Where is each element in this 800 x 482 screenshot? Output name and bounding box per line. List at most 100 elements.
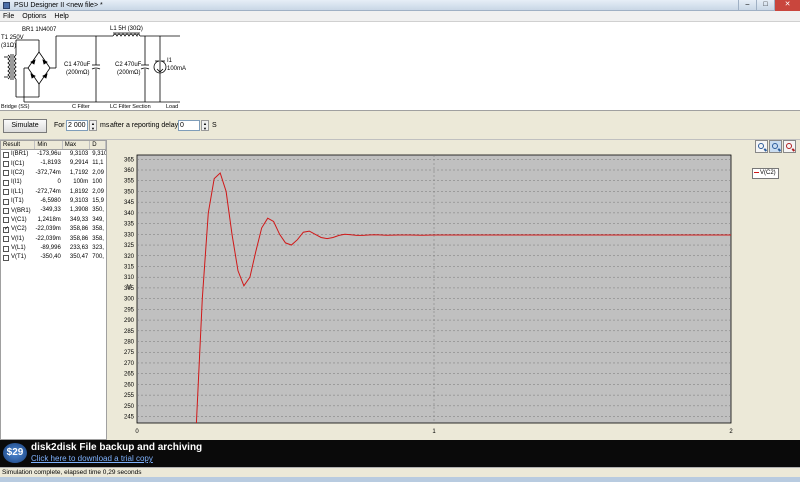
result-checkbox[interactable]	[3, 245, 9, 252]
result-min: -89,996	[40, 244, 61, 251]
c1-label-2: (200mΩ)	[66, 70, 90, 76]
results-row[interactable]: I(L1) -272,74m 1,8192 2,09	[1, 188, 106, 197]
title-bar: PSU Designer II <new file> * – □ ✕	[0, 0, 800, 11]
result-name: V(L1)	[11, 245, 26, 252]
result-delta: 100	[92, 179, 103, 186]
result-min: -350,40	[40, 254, 61, 261]
result-max: 1,8192	[69, 188, 89, 195]
result-checkbox[interactable]	[3, 225, 9, 234]
result-min: -372,74m	[35, 169, 61, 176]
close-button[interactable]: ✕	[774, 0, 800, 11]
section-bridge-label: Bridge (SS)	[1, 104, 30, 110]
menu-file[interactable]: File	[3, 11, 14, 21]
result-checkbox[interactable]	[3, 170, 9, 177]
maximize-button[interactable]: □	[756, 0, 774, 11]
result-min: -22,039m	[35, 226, 61, 233]
price-badge: $29	[3, 443, 27, 463]
result-max: 1,7192	[69, 169, 89, 176]
results-row[interactable]: I(BR1) -173,96u 9,3103 9,310	[1, 150, 106, 159]
result-checkbox[interactable]	[3, 217, 9, 224]
capacitor-c2-symbol[interactable]	[140, 36, 150, 102]
section-load-label: Load	[166, 104, 178, 110]
y-tick-label: 245	[124, 415, 135, 421]
circuit-schematic[interactable]: T1 250V (31Ω) BR1 1N4007 C1 470uF (200mΩ…	[0, 22, 800, 111]
inductor-l1-symbol[interactable]	[112, 32, 141, 38]
results-row[interactable]: V(C1) 1,2418m 349,33 349,	[1, 216, 106, 225]
y-tick-label: 270	[124, 361, 135, 367]
results-row[interactable]: V(C2) -22,039m 358,86358,	[1, 225, 106, 234]
result-min: 1,2418m	[37, 216, 61, 223]
y-tick-label: 365	[124, 157, 135, 163]
delay-label: after a reporting delay of	[110, 122, 186, 129]
result-delta: 15,9	[92, 197, 104, 204]
result-max: 358,86	[69, 235, 89, 242]
result-delta: 2,09	[92, 169, 104, 176]
c1-label-1: C1 470uF	[64, 62, 91, 68]
result-max: 349,33	[69, 216, 89, 223]
result-checkbox[interactable]	[3, 161, 9, 168]
c2-label-2: (200mΩ)	[117, 70, 141, 76]
y-tick-label: 335	[124, 222, 135, 228]
y-tick-label: 345	[124, 200, 135, 206]
result-name: I(I1)	[11, 179, 22, 186]
duration-spinner[interactable]: ▲ ▼	[89, 120, 97, 131]
result-checkbox[interactable]	[3, 179, 9, 186]
result-checkbox[interactable]	[3, 208, 9, 215]
results-row[interactable]: I(C2) -372,74m 1,7192 2,09	[1, 169, 106, 178]
result-name: V(T1)	[11, 254, 26, 261]
result-name: V(C1)	[11, 216, 27, 223]
results-row[interactable]: V(T1) -350,40 350,47 700,	[1, 253, 106, 262]
result-checkbox[interactable]	[3, 151, 9, 158]
result-max: 358,86	[69, 226, 89, 233]
spin-down-icon[interactable]: ▼	[202, 126, 208, 131]
y-tick-label: 265	[124, 372, 135, 378]
results-row[interactable]: I(I1) 0 100m 100	[1, 178, 106, 187]
bridge-rectifier-symbol[interactable]	[16, 36, 57, 102]
result-checkbox[interactable]	[3, 198, 9, 205]
result-checkbox[interactable]	[3, 236, 9, 243]
menu-help[interactable]: Help	[54, 11, 68, 21]
column-header-min[interactable]: Min	[35, 141, 63, 149]
banner-link[interactable]: Click here to download a trial copy	[31, 454, 153, 464]
y-tick-label: 330	[124, 232, 135, 238]
menu-options[interactable]: Options	[22, 11, 46, 21]
banner-title: disk2disk File backup and archiving	[31, 442, 203, 453]
results-row[interactable]: V(I1) -22,039m 358,86 358,	[1, 235, 106, 244]
results-list[interactable]: Result Min Max D I(BR1) -173,96u 9,3103 9,3…	[0, 140, 107, 440]
results-row[interactable]: I(T1) -6,5980 9,3103 15,9	[1, 197, 106, 206]
y-axis-label: V	[127, 284, 132, 291]
duration-unit: ms	[100, 122, 110, 129]
delay-input[interactable]: 0	[178, 120, 200, 131]
simulate-button[interactable]: Simulate	[3, 119, 47, 133]
advert-banner[interactable]: $29 disk2disk File backup and archiving …	[0, 440, 800, 467]
results-row[interactable]: V(L1) -89,996 233,63 323,	[1, 244, 106, 253]
column-header-result[interactable]: Result	[1, 141, 36, 149]
capacitor-c1-symbol[interactable]	[91, 36, 101, 102]
result-min: -173,96u	[37, 151, 61, 157]
result-name: I(C2)	[11, 169, 25, 176]
y-tick-label: 320	[124, 254, 135, 260]
column-header-max[interactable]: Max	[63, 141, 91, 149]
current-source-load-symbol[interactable]	[153, 36, 167, 102]
result-checkbox[interactable]	[3, 254, 9, 261]
result-name: I(BR1)	[11, 151, 29, 158]
y-tick-label: 275	[124, 350, 135, 356]
voltage-chart[interactable]: 2452502552602652702752802852902953003053…	[107, 140, 800, 440]
spin-down-icon[interactable]: ▼	[90, 126, 96, 131]
result-min: -349,33	[40, 207, 61, 214]
result-name: I(C1)	[11, 160, 25, 167]
result-min: -6,5980	[40, 197, 61, 204]
results-row[interactable]: I(C1) -1,8193 9,2914 11,1	[1, 159, 106, 168]
results-row[interactable]: V(BR1) -349,33 1,3908 350,	[1, 206, 106, 215]
l1-label: L1 5H (30Ω)	[110, 26, 143, 32]
y-tick-label: 315	[124, 264, 135, 270]
section-lcfilter-label: LC Filter Section	[110, 104, 151, 110]
delay-spinner[interactable]: ▲ ▼	[201, 120, 209, 131]
minimize-button[interactable]: –	[738, 0, 756, 11]
duration-input[interactable]: 2 000	[66, 120, 88, 131]
status-bar: Simulation complete, elapsed time 0,29 s…	[0, 467, 800, 477]
column-header-d[interactable]: D	[90, 141, 106, 149]
result-checkbox[interactable]	[3, 189, 9, 196]
y-tick-label: 285	[124, 329, 135, 335]
chart-panel: 245 250 255 260 265 270 275 280 285 290 295 300 305 3…	[107, 140, 800, 440]
